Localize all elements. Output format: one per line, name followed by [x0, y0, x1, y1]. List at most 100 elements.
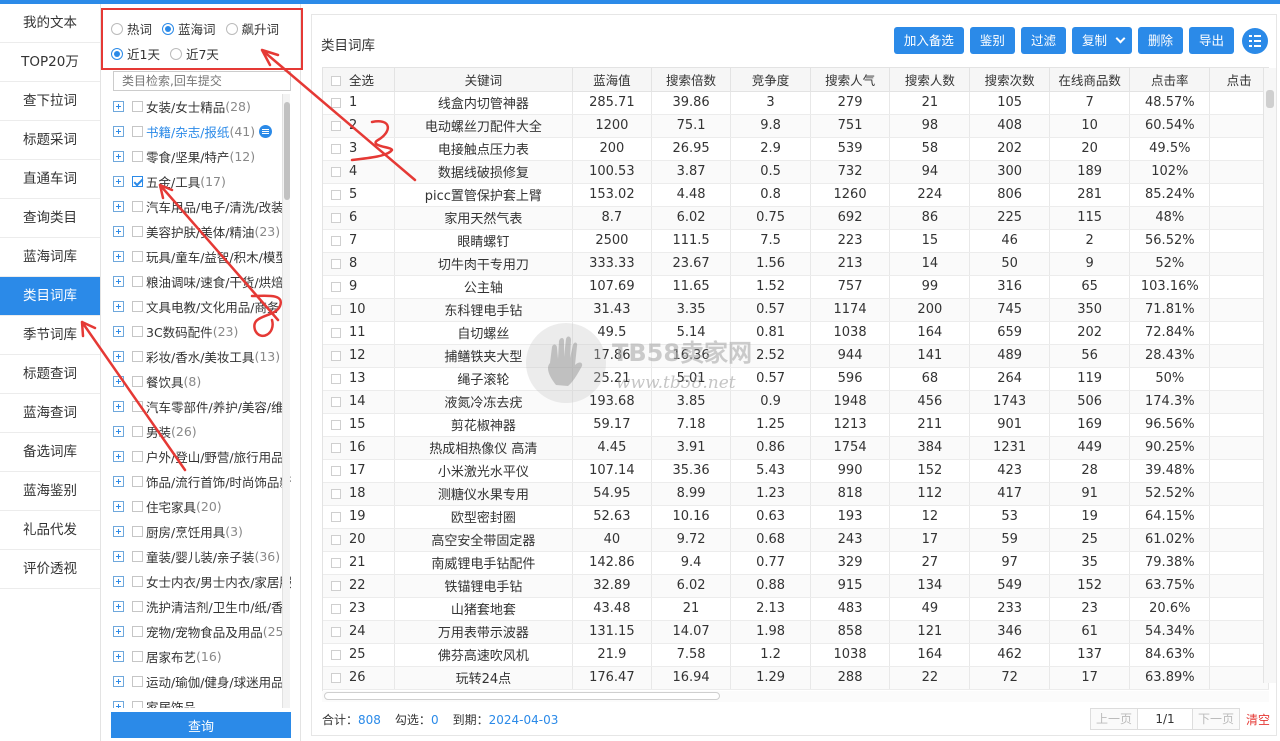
category-checkbox[interactable] [132, 451, 143, 462]
table-row[interactable]: 1 线盒内切管神器 285.71 39.86 3 279 21 105 7 48.57% [323, 91, 1269, 115]
category-checkbox[interactable] [132, 651, 143, 662]
expand-plus-icon[interactable] [113, 451, 124, 462]
category-item[interactable]: 家居饰品 [101, 694, 291, 708]
category-checkbox[interactable] [132, 676, 143, 687]
nav-item-1[interactable]: TOP20万 [0, 43, 100, 82]
category-checkbox[interactable] [132, 301, 143, 312]
table-vertical-thumb[interactable] [1266, 90, 1274, 108]
table-row[interactable]: 10 东科锂电手钻 31.43 3.35 0.57 1174 200 745 350 71.81% [323, 298, 1269, 322]
table-row[interactable]: 9 公主轴 107.69 11.65 1.52 757 99 316 65 103.16% [323, 275, 1269, 299]
radio-dot-icon[interactable] [225, 22, 238, 35]
category-scrollbar[interactable] [282, 94, 290, 708]
category-checkbox[interactable] [132, 101, 143, 112]
expand-plus-icon[interactable] [113, 401, 124, 412]
table-row[interactable]: 21 南威锂电手钻配件 142.86 9.4 0.77 329 27 97 35 79.38% [323, 551, 1269, 575]
category-item[interactable]: 运动/瑜伽/健身/球迷用品 [101, 669, 291, 694]
nav-item-10[interactable]: 蓝海查词 [0, 394, 100, 433]
table-row[interactable]: 20 高空安全带固定器 40 9.72 0.68 243 17 59 25 61.02% [323, 528, 1269, 552]
category-checkbox[interactable] [132, 526, 143, 537]
category-item[interactable]: 零食/坚果/特产 (12) [101, 144, 291, 169]
select-all-checkbox[interactable] [331, 76, 341, 87]
table-row[interactable]: 7 眼睛螺钉 2500 111.5 7.5 223 15 46 2 56.52% [323, 229, 1269, 253]
table-row[interactable]: 17 小米激光水平仪 107.14 35.36 5.43 990 152 423 28 39.48… [323, 459, 1269, 483]
radio-dot-icon[interactable] [111, 22, 123, 35]
category-search-input[interactable] [113, 71, 291, 91]
table-row[interactable]: 11 自切螺丝 49.5 5.14 0.81 1038 164 659 202 72.84% [323, 321, 1269, 345]
table-row[interactable]: 14 液氮冷冻去疣 193.68 3.85 0.9 1948 456 1743 506 174.3… [323, 390, 1269, 414]
table-row[interactable]: 24 万用表带示波器 131.15 14.07 1.98 858 121 346 61 54.34… [323, 620, 1269, 644]
category-item[interactable]: 美容护肤/美体/精油 (23) [101, 219, 291, 244]
header-clicks[interactable]: 点击 [1209, 68, 1269, 92]
category-checkbox[interactable] [132, 201, 143, 212]
header-searchers[interactable]: 搜索人数 [889, 68, 971, 92]
nav-item-14[interactable]: 评价透视 [0, 550, 100, 589]
category-item[interactable]: 居家布艺 (16) [101, 644, 291, 669]
category-item[interactable]: 3C数码配件 (23) [101, 319, 291, 344]
row-checkbox[interactable] [331, 534, 341, 545]
category-checkbox[interactable] [132, 251, 143, 262]
category-checkbox[interactable] [132, 126, 143, 137]
query-button[interactable]: 查询 [111, 712, 291, 738]
expand-plus-icon[interactable] [113, 226, 124, 237]
category-item[interactable]: 五金/工具 (17) [101, 169, 291, 194]
category-item[interactable]: 厨房/烹饪用具 (3) [101, 519, 291, 544]
word-type-radio-1[interactable]: 蓝海词 [162, 19, 216, 38]
expand-plus-icon[interactable] [113, 551, 124, 562]
expand-plus-icon[interactable] [113, 701, 124, 708]
header-competition[interactable]: 竞争度 [730, 68, 811, 92]
nav-item-9[interactable]: 标题查词 [0, 355, 100, 394]
category-item[interactable]: 餐饮具 (8) [101, 369, 291, 394]
next-page-button[interactable]: 下一页 [1191, 708, 1240, 730]
filter-button[interactable]: 过滤 [1020, 27, 1066, 54]
expand-plus-icon[interactable] [113, 376, 124, 387]
expand-plus-icon[interactable] [113, 651, 124, 662]
row-checkbox[interactable] [331, 281, 341, 292]
row-checkbox[interactable] [331, 649, 341, 660]
add-to-candidates-button[interactable]: 加入备选 [893, 27, 964, 54]
nav-item-5[interactable]: 查询类目 [0, 199, 100, 238]
row-checkbox[interactable] [331, 465, 341, 476]
nav-item-4[interactable]: 直通车词 [0, 160, 100, 199]
row-checkbox[interactable] [331, 350, 341, 361]
category-checkbox[interactable] [132, 276, 143, 287]
category-checkbox[interactable] [132, 151, 143, 162]
category-checkbox[interactable] [132, 351, 143, 362]
category-item[interactable]: 宠物/宠物食品及用品 (25) [101, 619, 291, 644]
category-item[interactable]: 汽车零部件/养护/美容/维 [101, 394, 291, 419]
row-checkbox[interactable] [331, 488, 341, 499]
expand-plus-icon[interactable] [113, 476, 124, 487]
identify-button[interactable]: 鉴别 [969, 27, 1015, 54]
column-settings-icon[interactable] [1242, 27, 1268, 54]
word-type-radio-0[interactable]: 热词 [111, 19, 152, 38]
row-checkbox[interactable] [331, 327, 341, 338]
table-horizontal-scrollbar[interactable] [322, 691, 1269, 702]
table-row[interactable]: 6 家用天然气表 8.7 6.02 0.75 692 86 225 115 48% [323, 206, 1269, 230]
category-checkbox[interactable] [132, 601, 143, 612]
row-checkbox[interactable] [331, 258, 341, 269]
nav-item-6[interactable]: 蓝海词库 [0, 238, 100, 277]
delete-button[interactable]: 删除 [1137, 27, 1183, 54]
category-checkbox[interactable] [132, 501, 143, 512]
category-checkbox[interactable] [132, 576, 143, 587]
header-online-products[interactable]: 在线商品数 [1049, 68, 1131, 92]
category-item[interactable]: 彩妆/香水/美妆工具 (13) [101, 344, 291, 369]
table-row[interactable]: 18 测糖仪水果专用 54.95 8.99 1.23 818 112 417 91 52.52% [323, 482, 1269, 506]
category-item[interactable]: 文具电教/文化用品/商务 [101, 294, 291, 319]
header-keyword[interactable]: 关键词 [394, 68, 574, 92]
table-row[interactable]: 5 picc置管保护套上臂 153.02 4.48 0.8 1260 224 806 281 85… [323, 183, 1269, 207]
radio-dot-icon[interactable] [111, 47, 123, 60]
row-checkbox[interactable] [331, 626, 341, 637]
nav-item-13[interactable]: 礼品代发 [0, 511, 100, 550]
header-search-count[interactable]: 搜索次数 [969, 68, 1050, 92]
radio-dot-icon[interactable] [169, 47, 182, 60]
table-row[interactable]: 15 剪花椒神器 59.17 7.18 1.25 1213 211 901 169 96.56% [323, 413, 1269, 437]
row-checkbox[interactable] [331, 189, 341, 200]
table-row[interactable]: 26 玩转24点 176.47 16.94 1.29 288 22 72 17 63.89% [323, 666, 1269, 690]
category-item[interactable]: 户外/登山/野营/旅行用品 [101, 444, 291, 469]
nav-item-7[interactable]: 类目词库 [0, 277, 100, 316]
export-button[interactable]: 导出 [1188, 27, 1234, 54]
category-checkbox[interactable] [132, 226, 143, 237]
header-blue-ocean-value[interactable]: 蓝海值 [572, 68, 652, 92]
expand-plus-icon[interactable] [113, 126, 124, 137]
table-row[interactable]: 12 捕鳝铁夹大型 17.86 16.36 2.52 944 141 489 56 28.43% [323, 344, 1269, 368]
